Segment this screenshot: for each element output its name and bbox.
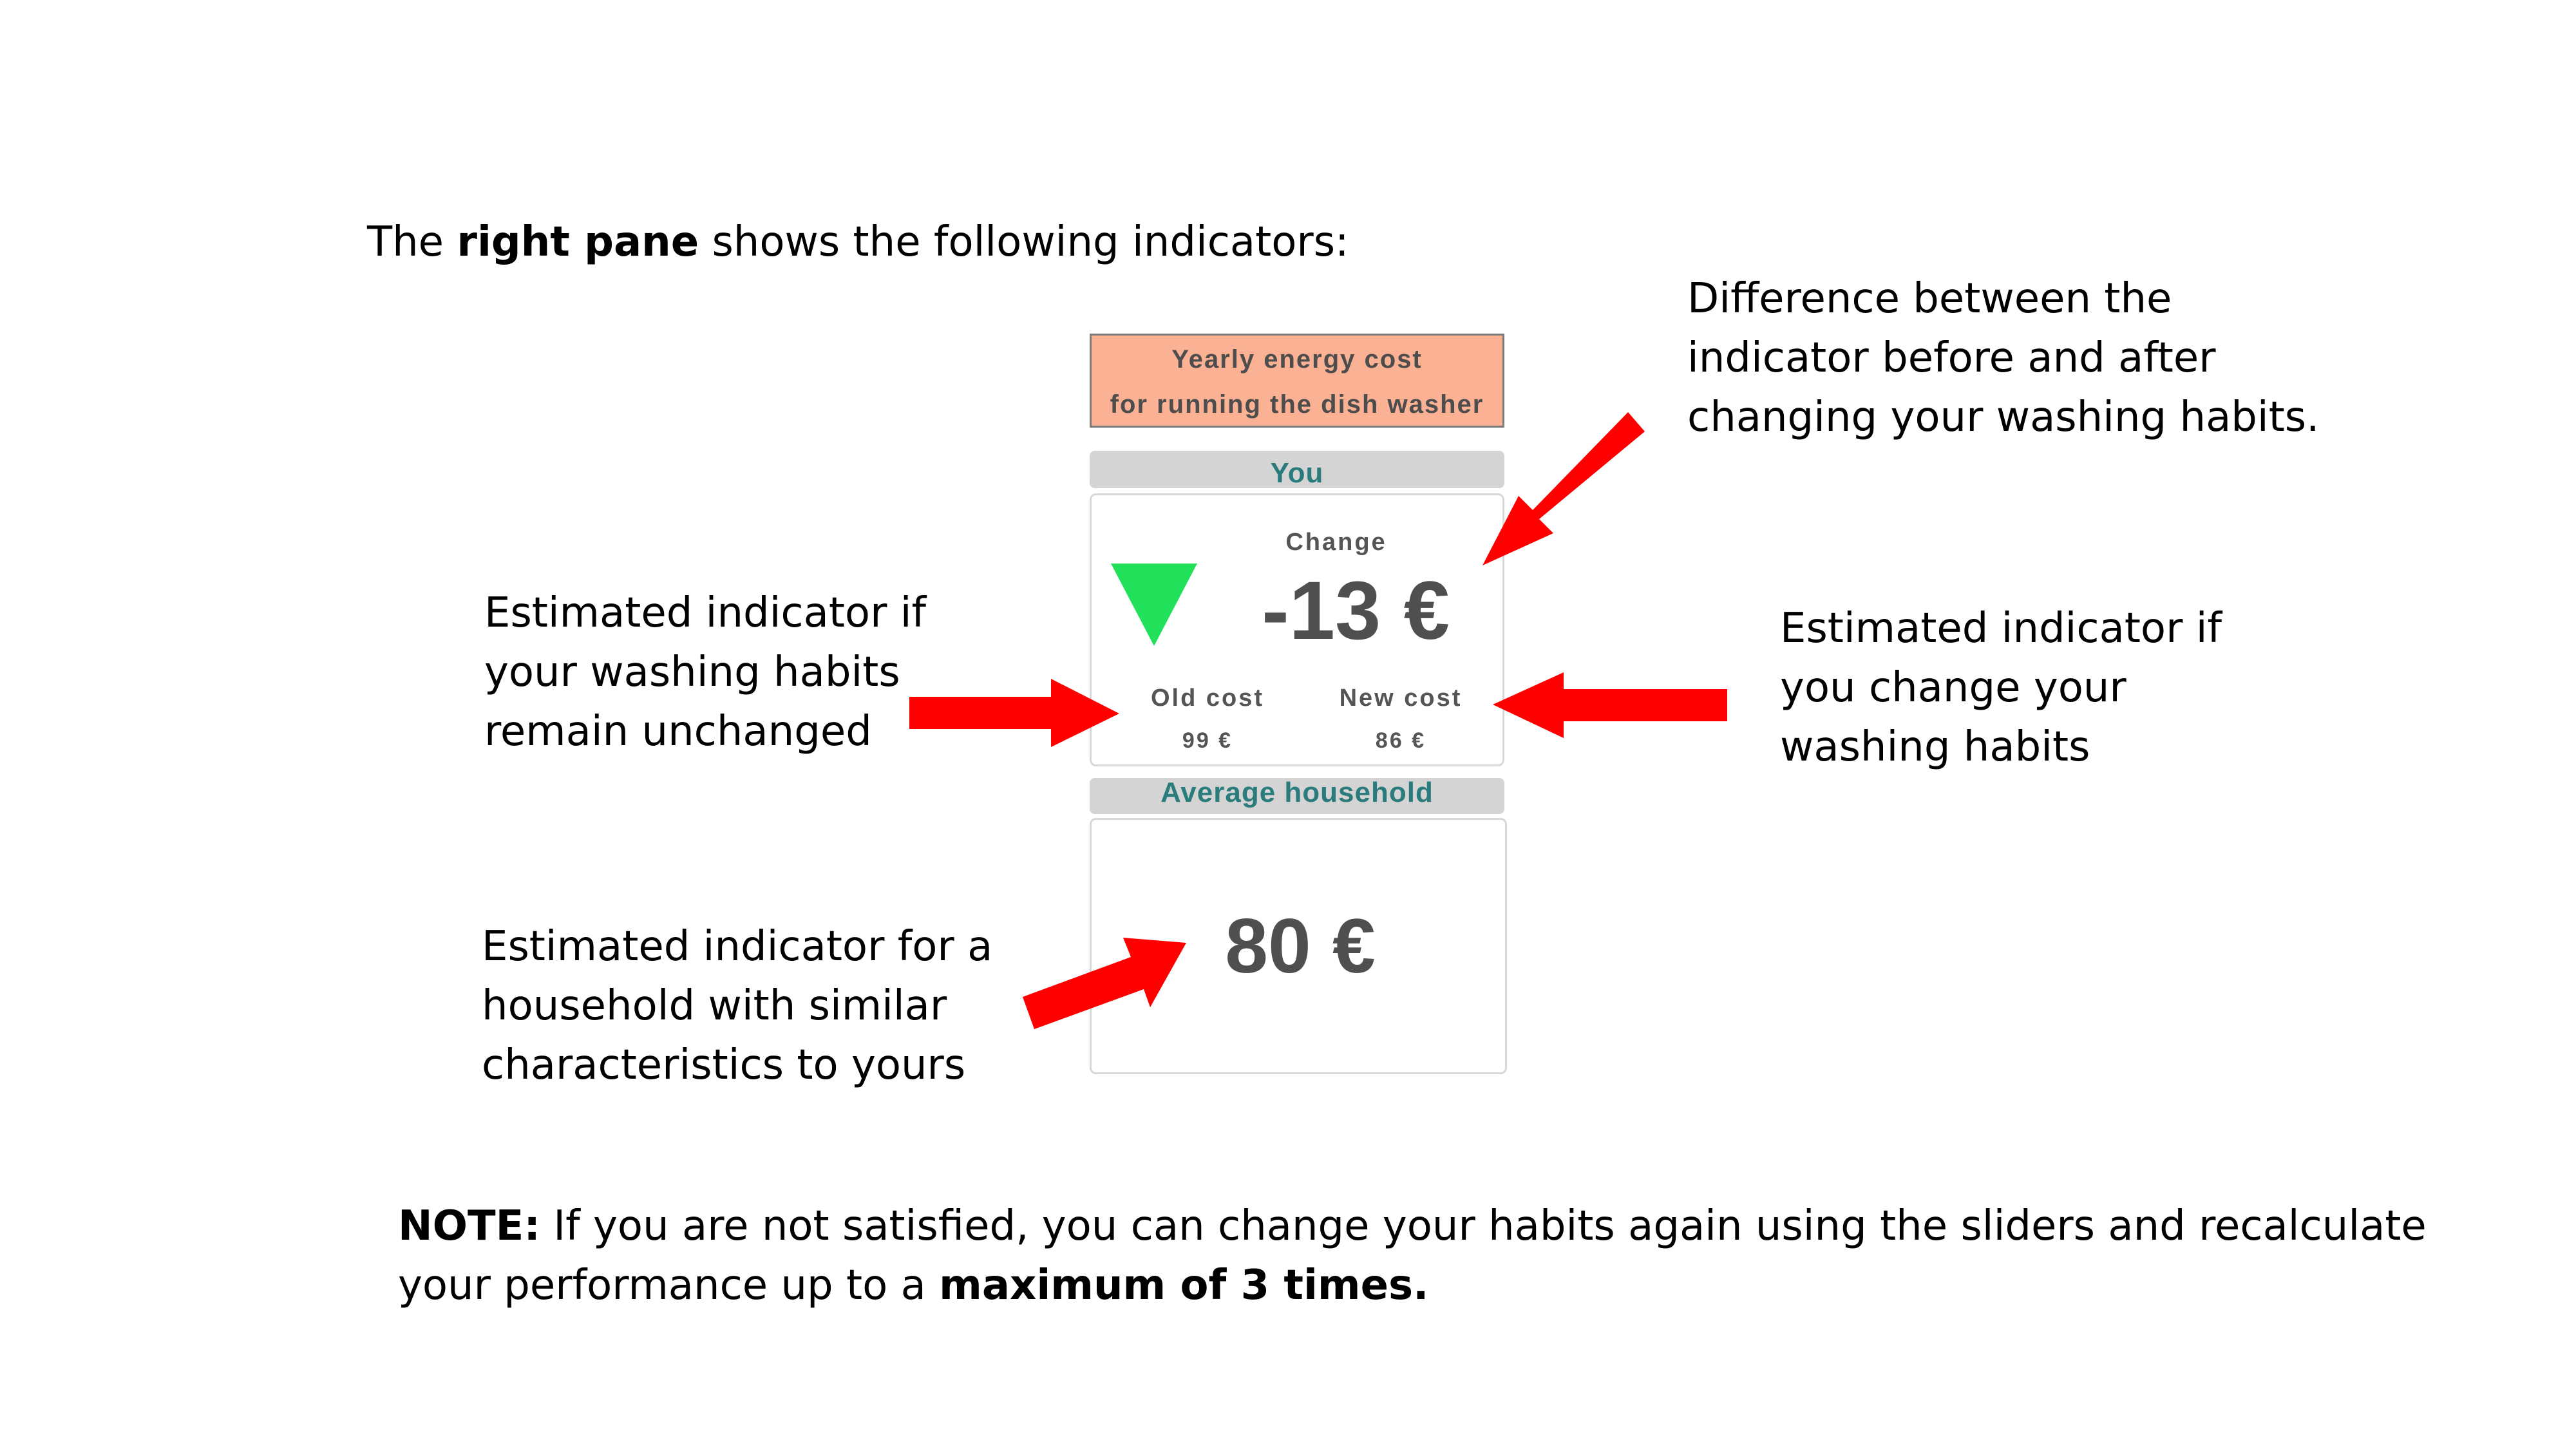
note-text: NOTE: If you are not satisfied, you can … [398, 1197, 2427, 1315]
note-label: NOTE: [398, 1202, 540, 1250]
note-bold-end: maximum of 3 times. [939, 1262, 1429, 1309]
arrow-difference-icon [1482, 412, 1645, 565]
arrow-average-icon [1023, 938, 1186, 1029]
arrow-old-cost-body-icon [909, 679, 1119, 747]
note-line2: your performance up to a maximum of 3 ti… [398, 1256, 2427, 1315]
note-text-line2: your performance up to a [398, 1262, 940, 1309]
note-text-line1: If you are not satisfied, you can change… [540, 1202, 2427, 1250]
arrow-new-cost-icon [1493, 672, 1727, 738]
note-line1: NOTE: If you are not satisfied, you can … [398, 1197, 2427, 1256]
